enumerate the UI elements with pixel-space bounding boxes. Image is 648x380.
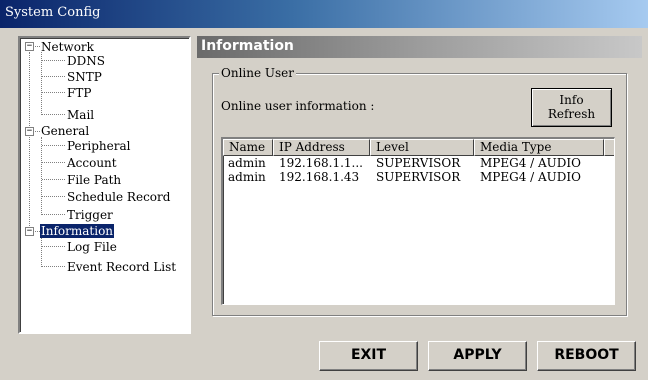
settings-tree[interactable]: − Network DDNS SNTP FTP Mail − General P… xyxy=(18,36,191,334)
cell-name: admin xyxy=(228,170,266,184)
tree-item-trigger[interactable]: Trigger xyxy=(67,208,113,222)
table-row[interactable]: admin 192.168.1.43 SUPERVISOR MPEG4 / AU… xyxy=(223,170,614,184)
column-header-level[interactable]: Level xyxy=(370,139,474,156)
table-row[interactable]: admin 192.168.1.1... SUPERVISOR MPEG4 / … xyxy=(223,156,614,170)
reboot-button[interactable]: REBOOT xyxy=(537,341,636,371)
cell-level: SUPERVISOR xyxy=(376,156,461,170)
tree-connector xyxy=(42,196,65,197)
tree-connector xyxy=(42,60,65,61)
tree-connector xyxy=(42,162,65,163)
column-header-media-type[interactable]: Media Type xyxy=(474,139,604,156)
online-user-info-label: Online user information : xyxy=(221,99,375,113)
tree-item-log-file[interactable]: Log File xyxy=(67,240,117,254)
tree-connector xyxy=(41,237,42,267)
tree-item-information[interactable]: Information xyxy=(40,224,115,238)
window-title: System Config xyxy=(5,5,101,20)
column-header-ip-address[interactable]: IP Address xyxy=(273,139,370,156)
tree-connector xyxy=(35,131,40,132)
online-user-legend: Online User xyxy=(219,66,296,80)
info-refresh-line2: Refresh xyxy=(547,107,596,121)
apply-button[interactable]: APPLY xyxy=(428,341,527,371)
tree-item-event-record-list[interactable]: Event Record List xyxy=(67,260,176,274)
tree-item-information-label: Information xyxy=(40,224,115,238)
info-refresh-button[interactable]: Info Refresh xyxy=(531,88,612,127)
tree-item-network[interactable]: Network xyxy=(41,40,94,54)
panel-title: Information xyxy=(197,36,642,58)
tree-item-schedule-record[interactable]: Schedule Record xyxy=(67,190,170,204)
tree-connector xyxy=(42,145,65,146)
minus-box-icon[interactable]: − xyxy=(25,42,34,51)
window-titlebar: System Config xyxy=(0,0,648,28)
online-user-list[interactable]: Name IP Address Level Media Type admin 1… xyxy=(221,137,615,305)
cell-media-type: MPEG4 / AUDIO xyxy=(480,156,581,170)
tree-connector xyxy=(35,46,40,47)
tree-connector xyxy=(42,92,65,93)
tree-item-ftp[interactable]: FTP xyxy=(67,86,91,100)
tree-connector xyxy=(42,266,65,267)
tree-connector xyxy=(42,246,65,247)
tree-connector xyxy=(42,179,65,180)
tree-item-account[interactable]: Account xyxy=(67,156,117,170)
cell-media-type: MPEG4 / AUDIO xyxy=(480,170,581,184)
tree-connector xyxy=(29,52,30,230)
tree-item-mail[interactable]: Mail xyxy=(67,108,94,122)
tree-connector xyxy=(42,76,65,77)
tree-connector xyxy=(42,114,65,115)
tree-item-sntp[interactable]: SNTP xyxy=(67,70,102,84)
tree-connector xyxy=(41,52,42,115)
info-refresh-line1: Info xyxy=(559,93,584,107)
tree-connector xyxy=(41,137,42,215)
column-header-filler xyxy=(604,139,614,156)
exit-button[interactable]: EXIT xyxy=(319,341,418,371)
cell-ip-address: 192.168.1.1... xyxy=(279,156,363,170)
minus-box-icon[interactable]: − xyxy=(25,127,34,136)
cell-level: SUPERVISOR xyxy=(376,170,461,184)
tree-item-general[interactable]: General xyxy=(41,124,89,138)
column-header-name[interactable]: Name xyxy=(223,139,273,156)
tree-item-file-path[interactable]: File Path xyxy=(67,173,121,187)
list-header: Name IP Address Level Media Type xyxy=(223,139,614,156)
minus-box-icon[interactable]: − xyxy=(25,227,34,236)
cell-ip-address: 192.168.1.43 xyxy=(279,170,360,184)
tree-item-ddns[interactable]: DDNS xyxy=(67,54,105,68)
cell-name: admin xyxy=(228,156,266,170)
tree-connector xyxy=(42,214,65,215)
tree-item-peripheral[interactable]: Peripheral xyxy=(67,139,130,153)
